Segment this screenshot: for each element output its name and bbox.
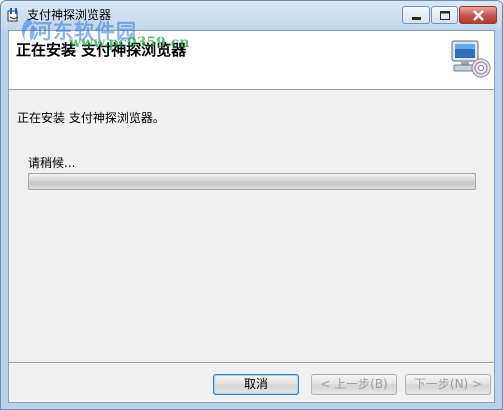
status-text: 正在安装 支付神探浏览器。 <box>17 111 165 125</box>
progress-label: 请稍候... <box>28 156 76 170</box>
next-button[interactable]: 下一步(N) > <box>405 374 491 395</box>
maximize-button[interactable] <box>431 6 458 24</box>
install-progress-bar <box>28 173 476 190</box>
footer-divider <box>9 362 494 364</box>
back-button[interactable]: < 上一步(B) <box>311 374 397 395</box>
cancel-button[interactable]: 取消 <box>213 374 299 395</box>
close-button[interactable] <box>459 6 497 24</box>
minimize-icon <box>412 17 421 20</box>
computer-cd-icon <box>451 40 491 78</box>
installer-window: 支付神探浏览器 正在安装 支付神探浏览器 河东软件园 www.pc0359.cn… <box>0 0 503 410</box>
installer-client-area: 正在安装 支付神探浏览器 河东软件园 www.pc0359.cn 正在安装 支付… <box>8 18 495 403</box>
minimize-button[interactable] <box>402 6 430 24</box>
close-icon <box>473 10 484 21</box>
header-banner: 正在安装 支付神探浏览器 河东软件园 www.pc0359.cn <box>9 18 494 90</box>
maximize-icon <box>440 11 450 20</box>
watermark: 河东软件园 www.pc0359.cn <box>17 15 217 85</box>
watermark-url: www.pc0359.cn <box>69 35 190 51</box>
